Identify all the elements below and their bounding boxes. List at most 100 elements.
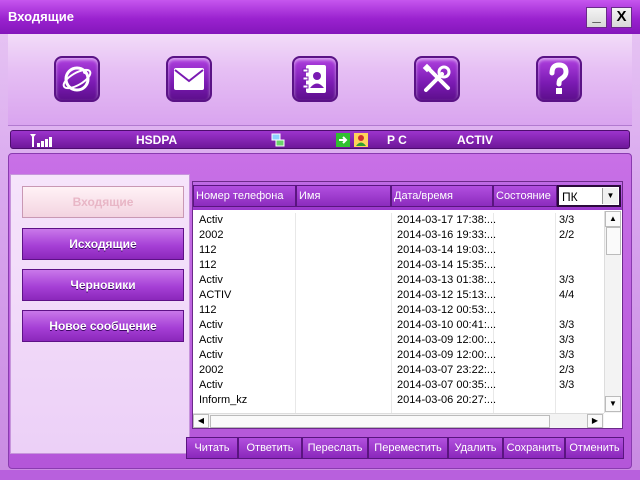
cell-phone: 2002 [199,229,224,241]
operator-name: ACTIV [457,133,493,147]
message-actions: Читать Ответить Переслать Переместить Уд… [186,437,626,459]
reply-button[interactable]: Ответить [238,437,302,459]
table-row[interactable]: Activ 2014-03-09 12:00:... 3/3 [195,333,603,348]
cell-datetime: 2014-03-14 15:35:... [397,259,497,271]
table-row[interactable]: 2002 2014-03-16 19:33:... 2/2 [195,228,603,243]
table-row[interactable]: 112 2014-03-12 00:53:... [195,303,603,318]
contacts-button[interactable] [292,56,338,102]
column-header-phone[interactable]: Номер телефона [193,185,296,207]
cell-datetime: 2014-03-12 15:13:... [397,289,497,301]
messages-button[interactable] [166,56,212,102]
cell-state: 2/3 [559,364,575,376]
table-row[interactable]: 112 2014-03-14 19:03:... [195,243,603,258]
contact-card-icon [354,133,368,147]
cell-phone: Activ [199,379,223,391]
envelope-icon [174,68,204,90]
cell-state: 3/3 [559,349,575,361]
question-icon [549,62,569,94]
main-toolbar [8,34,632,126]
cell-datetime: 2014-03-07 23:22:... [397,364,497,376]
cell-datetime: 2014-03-09 12:00:... [397,334,497,346]
horizontal-scroll-thumb[interactable] [210,415,550,428]
cell-phone: Activ [199,319,223,331]
storage-filter-select[interactable]: ПК ▼ [557,185,621,207]
cell-datetime: 2014-03-16 19:33:... [397,229,497,241]
cell-phone: Activ [199,274,223,286]
table-row[interactable]: Activ 2014-03-10 00:41:... 3/3 [195,318,603,333]
close-button[interactable]: X [611,7,632,28]
scroll-left-icon[interactable]: ◀ [193,414,209,428]
table-row[interactable]: 112 2014-03-14 15:35:... [195,258,603,273]
window-bottom-border [0,470,640,480]
column-header-name[interactable]: Имя [296,185,391,207]
help-button[interactable] [536,56,582,102]
messages-table: Номер телефона Имя Дата/время Состояние … [192,181,623,429]
table-row[interactable]: Activ 2014-03-17 17:38:... 3/3 [195,213,603,228]
cell-phone: 112 [199,304,217,316]
table-row[interactable]: 2002 2014-03-07 23:22:... 2/3 [195,363,603,378]
scroll-down-icon[interactable]: ▼ [605,396,621,412]
table-row[interactable]: ACTIV 2014-03-12 15:13:... 4/4 [195,288,603,303]
save-button[interactable]: Сохранить [503,437,565,459]
cell-state: 3/3 [559,319,575,331]
internet-button[interactable] [54,56,100,102]
table-row[interactable]: Inform_kz 2014-03-06 20:27:... [195,393,603,408]
nav-outbox-button[interactable]: Исходящие [22,228,184,260]
cell-datetime: 2014-03-10 00:41:... [397,319,497,331]
cell-state: 4/4 [559,289,575,301]
table-row[interactable]: Activ 2014-03-09 12:00:... 3/3 [195,348,603,363]
column-header-datetime[interactable]: Дата/время [391,185,493,207]
signal-strength-icon [30,134,52,147]
address-book-icon [302,65,326,93]
settings-button[interactable] [414,56,460,102]
cell-state: 3/3 [559,379,575,391]
inbox-window: Входящие _ X HSDPA P C ACTIV Входящие Ис… [0,0,640,480]
vertical-scroll-thumb[interactable] [606,227,621,255]
cell-state: 3/3 [559,334,575,346]
cell-phone: 2002 [199,364,224,376]
tools-icon [422,63,451,92]
cell-datetime: 2014-03-14 19:03:... [397,244,497,256]
vertical-scrollbar[interactable]: ▲ ▼ [604,211,621,413]
delete-button[interactable]: Удалить [448,437,503,459]
move-button[interactable]: Переместить [368,437,448,459]
cell-datetime: 2014-03-09 12:00:... [397,349,497,361]
globe-icon [62,66,92,92]
table-row[interactable]: Activ 2014-03-07 00:35:... 3/3 [195,378,603,393]
table-body: Activ 2014-03-17 17:38:... 3/3 2002 2014-03-… [195,213,603,413]
cell-datetime: 2014-03-07 00:35:... [397,379,497,391]
nav-inbox-button[interactable]: Входящие [22,186,184,218]
scroll-up-icon[interactable]: ▲ [605,211,621,227]
forward-button[interactable]: Переслать [302,437,368,459]
cell-state: 3/3 [559,274,575,286]
network-type: HSDPA [136,133,178,147]
sms-icon [336,133,350,147]
table-row[interactable]: Activ 2014-03-13 01:38:... 3/3 [195,273,603,288]
network-connection-icon [271,133,285,147]
column-header-state[interactable]: Состояние [493,185,557,207]
cell-datetime: 2014-03-06 20:27:... [397,394,497,406]
horizontal-scrollbar[interactable]: ◀ ▶ [193,413,604,428]
cell-datetime: 2014-03-13 01:38:... [397,274,497,286]
new-message-button[interactable]: Новое сообщение [22,310,184,342]
window-title: Входящие [8,9,74,24]
cell-phone: Activ [199,214,223,226]
read-button[interactable]: Читать [186,437,238,459]
cell-datetime: 2014-03-17 17:38:... [397,214,497,226]
cell-phone: 112 [199,259,217,271]
cell-phone: Activ [199,334,223,346]
nav-drafts-button[interactable]: Черновики [22,269,184,301]
storage-indicator: P C [387,133,407,147]
cell-state: 2/2 [559,229,575,241]
chevron-down-icon[interactable]: ▼ [602,188,618,204]
cell-phone: ACTIV [199,289,232,301]
cell-phone: 112 [199,244,217,256]
minimize-button[interactable]: _ [586,7,607,28]
title-bar: Входящие _ X [0,0,640,34]
cell-state: 3/3 [559,214,575,226]
cancel-button[interactable]: Отменить [565,437,624,459]
cell-phone: Activ [199,349,223,361]
status-bar: HSDPA P C ACTIV [10,130,630,149]
scroll-right-icon[interactable]: ▶ [587,414,603,428]
cell-datetime: 2014-03-12 00:53:... [397,304,497,316]
